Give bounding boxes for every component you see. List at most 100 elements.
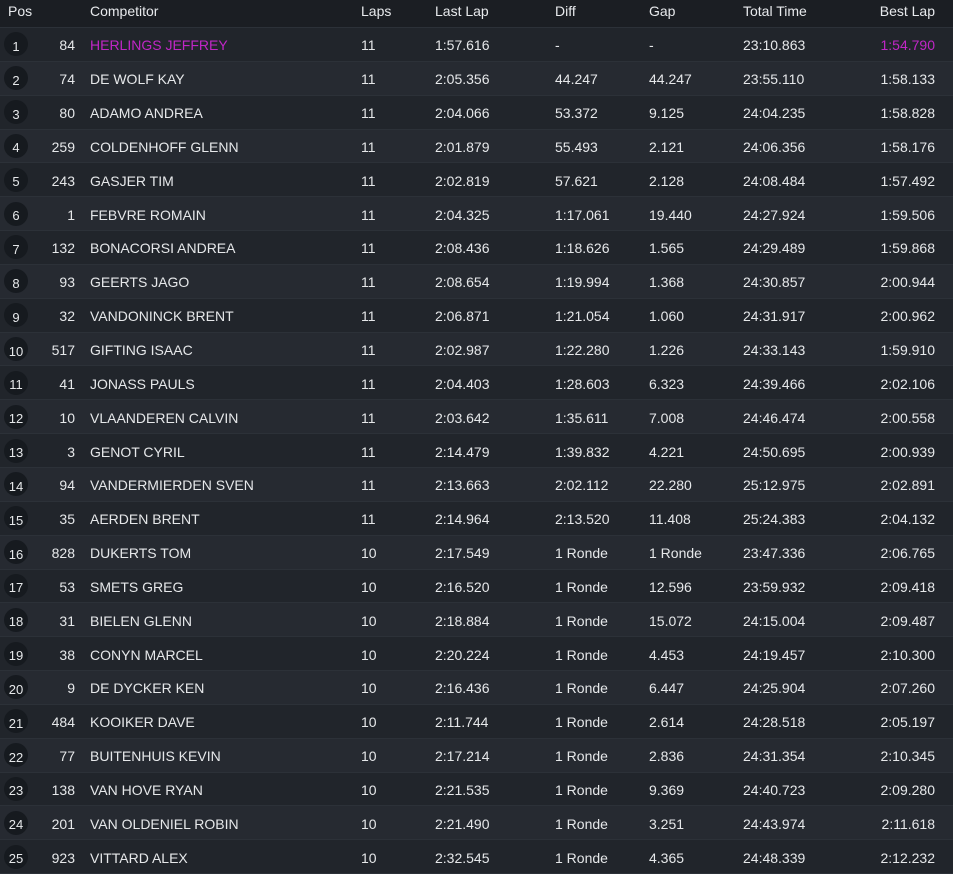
last-lap-value: 2:11.744 bbox=[435, 714, 489, 731]
rider-number: 9 bbox=[67, 680, 75, 697]
last-lap-value: 2:21.535 bbox=[435, 781, 490, 798]
gap-value: 4.221 bbox=[649, 443, 685, 460]
position-badge: 13 bbox=[4, 438, 28, 463]
competitor-name: SMETS GREG bbox=[90, 578, 184, 595]
competitor-name: VANDONINCK BRENT bbox=[90, 308, 234, 325]
best-lap-value: 1:59.868 bbox=[880, 240, 936, 257]
position-badge: 12 bbox=[4, 404, 28, 429]
diff-value: 53.372 bbox=[555, 105, 598, 122]
total-time-value: 24:31.354 bbox=[743, 748, 806, 765]
best-lap-value: 2:02.891 bbox=[880, 477, 936, 494]
header-best-lap[interactable]: Best Lap bbox=[880, 0, 935, 27]
table-row[interactable]: 6 1 FEBVRE ROMAIN 11 2:04.325 1:17.061 19.440 2… bbox=[0, 197, 953, 232]
table-header: Pos Competitor Laps Last Lap Diff Gap To… bbox=[0, 0, 953, 28]
gap-value: 22.280 bbox=[649, 477, 692, 494]
diff-value: - bbox=[555, 37, 560, 54]
total-time-value: 24:43.974 bbox=[743, 815, 806, 832]
best-lap-value: 2:09.280 bbox=[880, 781, 936, 798]
last-lap-value: 2:18.884 bbox=[435, 612, 490, 629]
table-row[interactable]: 5 243 GASJER TIM 11 2:02.819 57.621 2.128 24:08… bbox=[0, 163, 953, 198]
table-row[interactable]: 3 80 ADAMO ANDREA 11 2:04.066 53.372 9.125 24:0… bbox=[0, 95, 953, 130]
total-time-value: 24:19.457 bbox=[743, 646, 806, 663]
rider-number: 84 bbox=[59, 37, 75, 54]
competitor-name: GIFTING ISAAC bbox=[90, 342, 193, 359]
table-row[interactable]: 16 828 DUKERTS TOM 10 2:17.549 1 Ronde 1 Ronde… bbox=[0, 535, 953, 570]
competitor-name: GEERTS JAGO bbox=[90, 274, 190, 291]
table-row[interactable]: 4 259 COLDENHOFF GLENN 11 2:01.879 55.493 2.12… bbox=[0, 129, 953, 164]
table-body: 1 84 HERLINGS JEFFREY 11 1:57.616- -23:10.863… bbox=[0, 28, 953, 874]
table-row[interactable]: 9 32 VANDONINCK BRENT 11 2:06.871 1:21.054 1.0… bbox=[0, 298, 953, 333]
best-lap-value: 1:59.910 bbox=[880, 342, 936, 359]
competitor-name: GASJER TIM bbox=[90, 172, 174, 189]
position-badge: 1 bbox=[4, 32, 28, 57]
rider-number: 138 bbox=[51, 781, 75, 798]
header-gap[interactable]: Gap bbox=[649, 0, 675, 27]
last-lap-value: 2:04.325 bbox=[435, 206, 490, 223]
table-row[interactable]: 17 53 SMETS GREG 10 2:16.520 1 Ronde 12.596 23:… bbox=[0, 569, 953, 604]
table-row[interactable]: 19 38 CONYN MARCEL 10 2:20.224 1 Ronde 4.453 24… bbox=[0, 637, 953, 672]
competitor-name: COLDENHOFF GLENN bbox=[90, 138, 239, 155]
table-row[interactable]: 23 138 VAN HOVE RYAN 10 2:21.535 1 Ronde 9.369… bbox=[0, 772, 953, 807]
table-row[interactable]: 13 3 GENOT CYRIL 11 2:14.479 1:39.832 4.221 24:… bbox=[0, 434, 953, 468]
total-time-value: 24:50.695 bbox=[743, 443, 806, 460]
table-row[interactable]: 20 9 DE DYCKER KEN 10 2:16.436 1 Ronde 6.447 24… bbox=[0, 671, 953, 705]
rider-number: 53 bbox=[59, 578, 75, 595]
rider-number: 517 bbox=[51, 342, 75, 359]
best-lap-value: 2:02.106 bbox=[880, 375, 936, 392]
header-competitor[interactable]: Competitor bbox=[90, 0, 158, 27]
table-row[interactable]: 7 132 BONACORSI ANDREA 11 2:08.436 1:18.626 1.… bbox=[0, 231, 953, 265]
competitor-name: GENOT CYRIL bbox=[90, 443, 185, 460]
header-laps[interactable]: Laps bbox=[361, 0, 391, 27]
table-row[interactable]: 24 201 VAN OLDENIEL ROBIN 10 2:21.490 1 Ronde… bbox=[0, 806, 953, 841]
competitor-name: JONASS PAULS bbox=[90, 375, 195, 392]
table-row[interactable]: 15 35 AERDEN BRENT 11 2:14.964 2:13.520 11.408… bbox=[0, 501, 953, 536]
position-badge: 20 bbox=[4, 675, 28, 700]
competitor-name: ADAMO ANDREA bbox=[90, 105, 203, 122]
last-lap-value: 2:06.871 bbox=[435, 308, 490, 325]
position-badge: 16 bbox=[4, 540, 28, 565]
laps-value: 11 bbox=[361, 308, 376, 325]
header-last-lap[interactable]: Last Lap bbox=[435, 0, 489, 27]
best-lap-value: 2:00.962 bbox=[880, 308, 936, 325]
laps-value: 11 bbox=[361, 477, 376, 494]
total-time-value: 24:04.235 bbox=[743, 105, 806, 122]
table-row[interactable]: 8 93 GEERTS JAGO 11 2:08.654 1:19.994 1.368 24:… bbox=[0, 264, 953, 299]
best-lap-value: 2:05.197 bbox=[880, 714, 936, 731]
table-row[interactable]: 10 517 GIFTING ISAAC 11 2:02.987 1:22.280 1.22… bbox=[0, 332, 953, 367]
diff-value: 1 Ronde bbox=[555, 714, 608, 731]
table-row[interactable]: 11 41 JONASS PAULS 11 2:04.403 1:28.603 6.323 2… bbox=[0, 366, 953, 401]
table-row[interactable]: 18 31 BIELEN GLENN 10 2:18.884 1 Ronde 15.072 2… bbox=[0, 603, 953, 638]
total-time-value: 24:29.489 bbox=[743, 240, 806, 257]
last-lap-value: 2:02.987 bbox=[435, 342, 490, 359]
header-diff[interactable]: Diff bbox=[555, 0, 576, 27]
position-badge: 18 bbox=[4, 607, 28, 632]
table-row[interactable]: 14 94 VANDERMIERDEN SVEN 11 2:13.663 2:02.112… bbox=[0, 467, 953, 502]
table-row[interactable]: 12 10 VLAANDEREN CALVIN 11 2:03.642 1:35.611 7… bbox=[0, 400, 953, 435]
diff-value: 1 Ronde bbox=[555, 849, 608, 866]
rider-number: 74 bbox=[59, 71, 75, 88]
header-total-time[interactable]: Total Time bbox=[743, 0, 807, 27]
total-time-value: 24:40.723 bbox=[743, 781, 806, 798]
last-lap-value: 2:14.479 bbox=[435, 443, 490, 460]
competitor-name: AERDEN BRENT bbox=[90, 511, 200, 528]
table-row[interactable]: 21 484 KOOIKER DAVE 10 2:11.744 1 Ronde 2.614 2… bbox=[0, 704, 953, 739]
diff-value: 55.493 bbox=[555, 138, 598, 155]
table-row[interactable]: 2 74 DE WOLF KAY 11 2:05.356 44.247 44.247 23:5… bbox=[0, 61, 953, 96]
best-lap-value: 2:00.558 bbox=[880, 409, 936, 426]
position-badge: 9 bbox=[4, 303, 28, 328]
rider-number: 93 bbox=[59, 274, 75, 291]
total-time-value: 24:31.917 bbox=[743, 308, 806, 325]
gap-value: 19.440 bbox=[649, 206, 692, 223]
best-lap-value: 1:58.176 bbox=[880, 138, 936, 155]
gap-value: 15.072 bbox=[649, 612, 692, 629]
position-badge: 17 bbox=[4, 573, 28, 598]
table-row[interactable]: 22 77 BUITENHUIS KEVIN 10 2:17.214 1 Ronde 2.8… bbox=[0, 738, 953, 773]
position-badge: 14 bbox=[4, 472, 28, 497]
position-badge: 22 bbox=[4, 743, 28, 768]
table-row[interactable]: 25 923 VITTARD ALEX 10 2:32.545 1 Ronde 4.365 2… bbox=[0, 840, 953, 874]
total-time-value: 24:15.004 bbox=[743, 612, 806, 629]
table-row[interactable]: 1 84 HERLINGS JEFFREY 11 1:57.616 - - 23:10.863… bbox=[0, 28, 953, 62]
laps-value: 10 bbox=[361, 578, 377, 595]
header-pos[interactable]: Pos bbox=[8, 0, 32, 27]
best-lap-value: 2:09.418 bbox=[880, 578, 936, 595]
